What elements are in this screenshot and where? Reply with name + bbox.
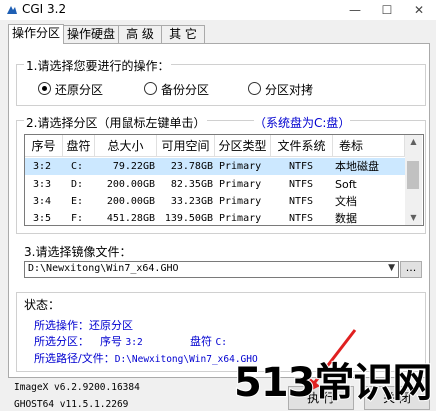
radio-copy-label: 分区对拷 xyxy=(265,83,314,97)
scroll-up-icon[interactable]: ▲ xyxy=(405,135,422,149)
radio-restore-circle[interactable] xyxy=(38,82,51,95)
status-partition-label: 所选分区： xyxy=(34,335,89,348)
table-cell: NTFS xyxy=(289,213,314,224)
radio-backup-circle[interactable] xyxy=(144,82,157,95)
table-cell: Primary xyxy=(219,213,262,224)
table-cell: 23.78GB xyxy=(170,161,213,172)
tab-partition-ops[interactable]: 操作分区 xyxy=(8,24,64,44)
partition-list[interactable]: 序号 盘符 总大小 可用空间 分区类型 文件系统 卷标 3:2 C: 79.22… xyxy=(24,134,424,226)
column-header-free[interactable]: 可用空间 xyxy=(157,135,215,157)
radio-copy-circle[interactable] xyxy=(248,82,261,95)
chevron-down-icon[interactable]: ▼ xyxy=(388,263,395,273)
status-title: 状态： xyxy=(24,296,61,313)
table-cell: D: xyxy=(71,179,84,190)
table-cell: Soft xyxy=(335,178,357,191)
table-cell: 本地磁盘 xyxy=(335,160,379,173)
ghost-version: GHOST64 v11.5.1.2269 xyxy=(14,399,129,410)
image-file-combobox[interactable]: D:\Newxitong\Win7_x64.GHO ▼ xyxy=(24,261,399,278)
app-icon xyxy=(7,6,17,14)
table-cell: 139.50GB xyxy=(164,213,213,224)
table-cell: 82.35GB xyxy=(170,179,213,190)
table-cell: 文档 xyxy=(335,195,357,208)
table-cell: F: xyxy=(71,213,84,224)
imagex-version: ImageX v6.2.9200.16384 xyxy=(14,382,140,393)
scroll-down-icon[interactable]: ▼ xyxy=(405,211,422,225)
table-cell: NTFS xyxy=(289,161,314,172)
table-cell: 451.28GB xyxy=(106,213,155,224)
radio-selected-dot xyxy=(42,86,47,91)
system-drive-note: （系统盘为C:盘） xyxy=(254,114,351,131)
tab-advanced[interactable]: 高 级 xyxy=(118,25,162,43)
table-cell: 33.23GB xyxy=(170,196,213,207)
status-operation-label: 所选操作： xyxy=(34,319,89,332)
status-partition: 所选分区： xyxy=(34,333,89,349)
status-partition-seq: 序号 3:2 xyxy=(100,333,143,349)
column-header-drive[interactable]: 盘符 xyxy=(63,135,95,157)
tab-disk-ops[interactable]: 操作硬盘 xyxy=(63,25,119,43)
status-seq-value: 3:2 xyxy=(125,337,143,348)
minimize-button[interactable]: — xyxy=(340,1,370,19)
table-cell: Primary xyxy=(219,196,262,207)
radio-backup-label: 备份分区 xyxy=(161,83,210,97)
table-cell: 200.00GB xyxy=(106,196,155,207)
close-window-button[interactable]: ✕ xyxy=(404,1,434,19)
maximize-button[interactable]: ☐ xyxy=(372,1,402,19)
table-cell: 3:3 xyxy=(33,179,52,190)
table-cell: Primary xyxy=(219,161,262,172)
watermark-logo: 513常识网 xyxy=(233,359,433,407)
status-drive: 盘符 C: xyxy=(190,333,227,349)
column-header-fs[interactable]: 文件系统 xyxy=(271,135,333,157)
operation-group-title: 1.请选择您要进行的操作： xyxy=(24,57,172,74)
table-cell: C: xyxy=(71,161,84,172)
column-header-size[interactable]: 总大小 xyxy=(95,135,157,157)
radio-restore-label: 还原分区 xyxy=(55,83,104,97)
partition-group-title: 2.请选择分区（用鼠标左键单击） xyxy=(24,114,208,131)
status-path: 所选路径/文件：D:\Newxitong\Win7_x64.GHO xyxy=(34,350,258,366)
table-cell: 79.22GB xyxy=(112,161,155,172)
status-drive-value: C: xyxy=(215,337,227,348)
status-seq-label: 序号 xyxy=(100,335,122,348)
list-scrollbar[interactable]: ▲ ▼ xyxy=(405,135,422,225)
table-cell: E: xyxy=(71,196,84,207)
status-operation-value: 还原分区 xyxy=(89,319,133,332)
table-cell: 数据 xyxy=(335,212,357,225)
table-cell: NTFS xyxy=(289,179,314,190)
table-cell: 3:4 xyxy=(33,196,52,207)
status-operation: 所选操作：还原分区 xyxy=(34,317,133,333)
column-header-type[interactable]: 分区类型 xyxy=(215,135,271,157)
table-cell: Primary xyxy=(219,179,262,190)
tab-other[interactable]: 其 它 xyxy=(161,25,205,43)
browse-button[interactable]: ... xyxy=(400,261,422,278)
status-drive-label: 盘符 xyxy=(190,335,212,348)
image-file-value: D:\Newxitong\Win7_x64.GHO xyxy=(28,263,179,274)
table-cell: 200.00GB xyxy=(106,179,155,190)
table-cell: 3:2 xyxy=(33,161,52,172)
column-header-seq[interactable]: 序号 xyxy=(25,135,63,157)
status-path-label: 所选路径/文件： xyxy=(34,352,115,365)
column-header-label[interactable]: 卷标 xyxy=(333,135,405,157)
table-cell: 3:5 xyxy=(33,213,52,224)
title-bar: CGI 3.2 — ☐ ✕ xyxy=(0,0,436,20)
table-cell: NTFS xyxy=(289,196,314,207)
window-title: CGI 3.2 xyxy=(22,2,67,16)
image-file-label: 3.请选择镜像文件： xyxy=(24,243,132,260)
scroll-thumb[interactable] xyxy=(407,161,419,189)
